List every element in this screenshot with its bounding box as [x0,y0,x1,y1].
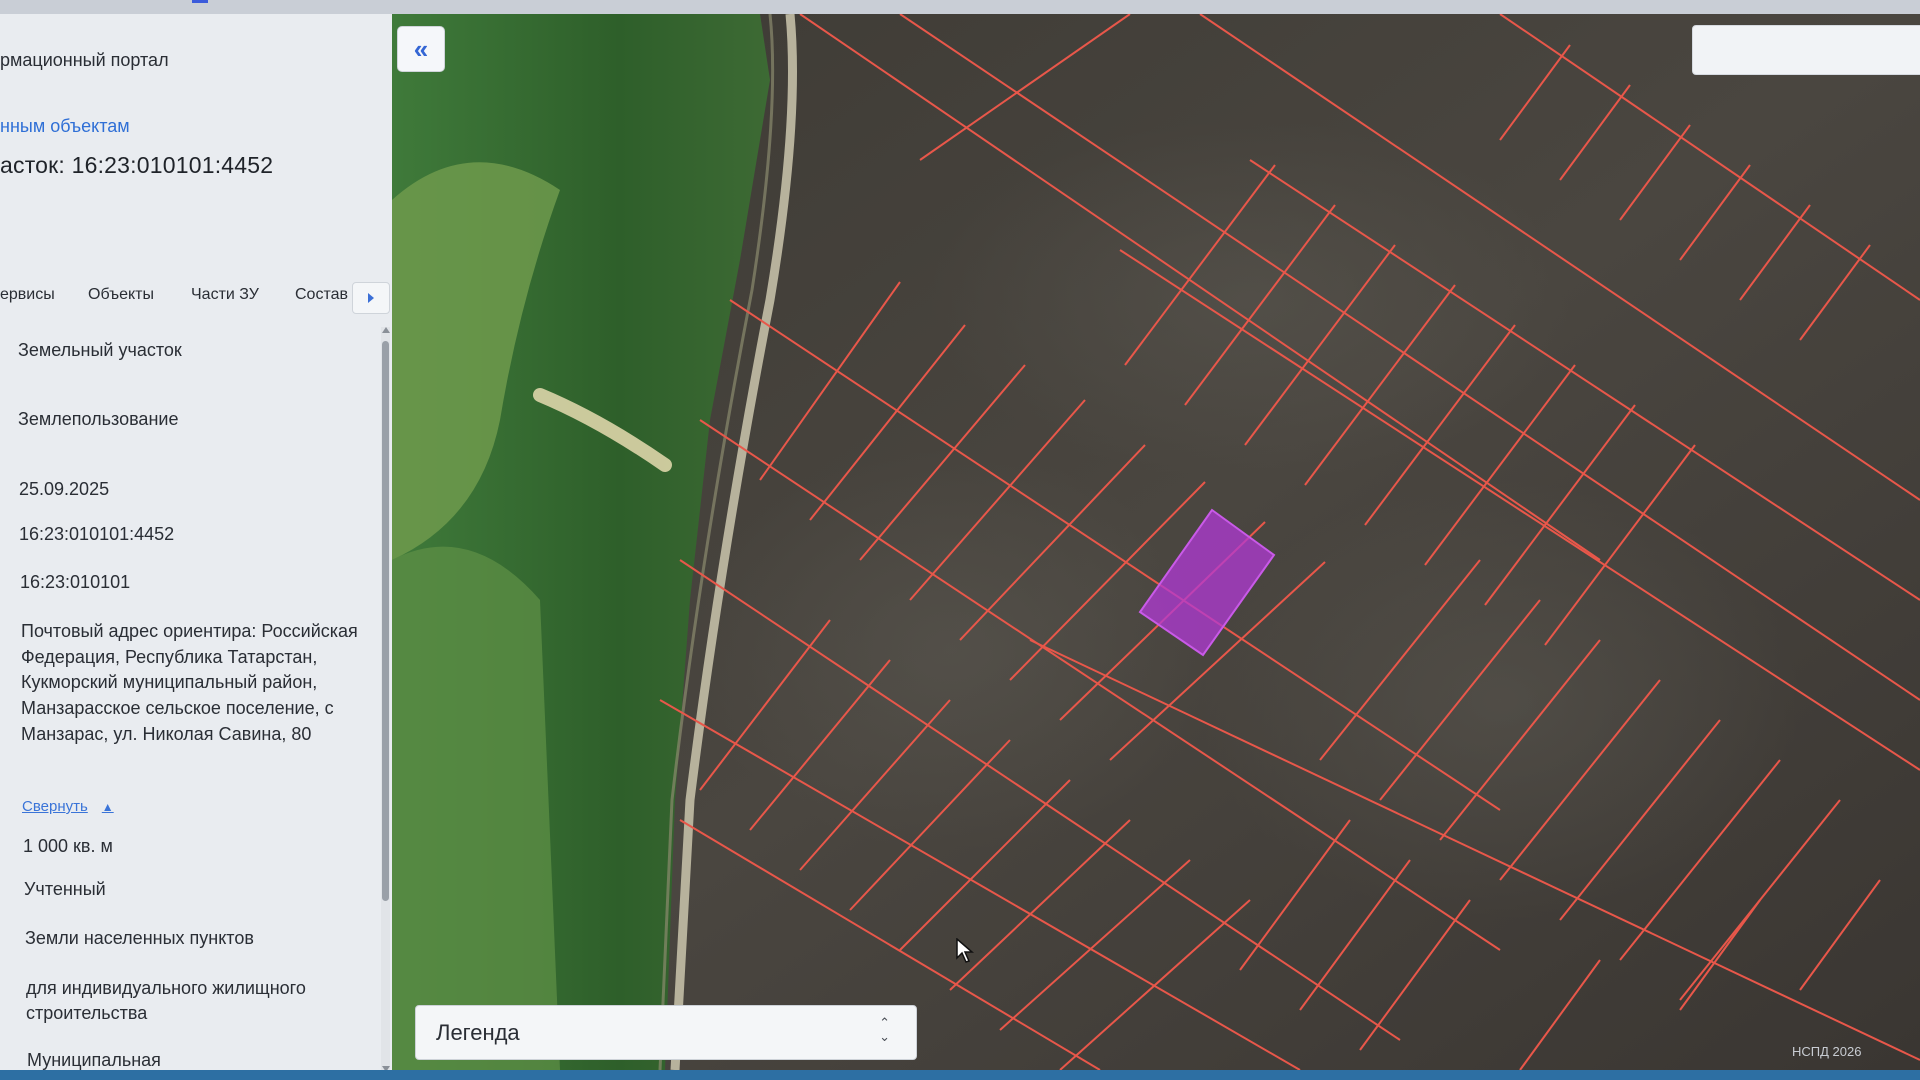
address: Почтовый адрес ориентира: Российская Фед… [21,621,358,744]
scrollbar-thumb[interactable] [382,341,389,901]
legend-label: Легенда [436,1019,520,1045]
field-shade [1200,480,1800,920]
attributes-list: Земельный участок Землепользование 25.09… [0,326,380,1070]
chevron-up-icon: ▲ [101,799,114,814]
tab-composition[interactable]: Состав [295,286,348,304]
taskbar [0,1070,1920,1080]
tab-objects[interactable]: Объекты [88,286,154,304]
map-search-input[interactable] [1692,25,1920,75]
tabs-next-button[interactable] [352,282,390,314]
permitted-use: для индивидуального жилищного строительс… [26,978,306,1023]
satellite-map[interactable] [392,14,1920,1070]
status: Учтенный [24,879,106,899]
mouse-cursor-icon [956,938,974,963]
object-type: Земельный участок [18,340,182,360]
area: 1 000 кв. м [23,836,113,856]
tab-parts[interactable]: Части ЗУ [191,286,259,304]
ownership: Муниципальная [27,1050,161,1070]
top-bar [0,0,1920,14]
double-chevron-left-icon: « [413,33,429,64]
legend-dropdown[interactable]: Легенда ⌃ ⌄ [415,1005,917,1060]
map-view[interactable] [392,14,1920,1070]
registration-date: 25.09.2025 [19,479,110,499]
field-shade [930,120,1570,480]
tab-indicator [192,0,208,3]
tab-services[interactable]: ервисы [0,286,55,304]
collapse-panel-button[interactable]: « [397,26,445,72]
scroll-up-icon[interactable] [382,327,390,333]
subtype: Землепользование [18,409,179,429]
back-link[interactable]: нным объектам [0,116,130,137]
collapse-label: Свернуть [22,798,88,815]
portal-title: рмационный портал [0,50,169,70]
collapse-link[interactable]: Свернуть ▲ [22,798,114,815]
land-category: Земли населенных пунктов [25,928,254,948]
copyright-text: НСПД 2026 [1792,1044,1862,1059]
scrollbar[interactable] [381,327,390,1070]
parcel-title: асток: 16:23:010101:4452 [0,152,274,178]
cadastral-number: 16:23:010101:4452 [19,524,175,544]
info-panel: рмационный портал нным объектам асток: 1… [0,14,394,1070]
chevron-right-icon [368,293,374,303]
cadastral-quarter: 16:23:010101 [20,572,131,592]
tab-bar: ервисы Объекты Части ЗУ Состав [0,272,392,322]
meadow-area [392,546,560,1070]
updown-icon: ⌃ ⌄ [879,1015,890,1044]
